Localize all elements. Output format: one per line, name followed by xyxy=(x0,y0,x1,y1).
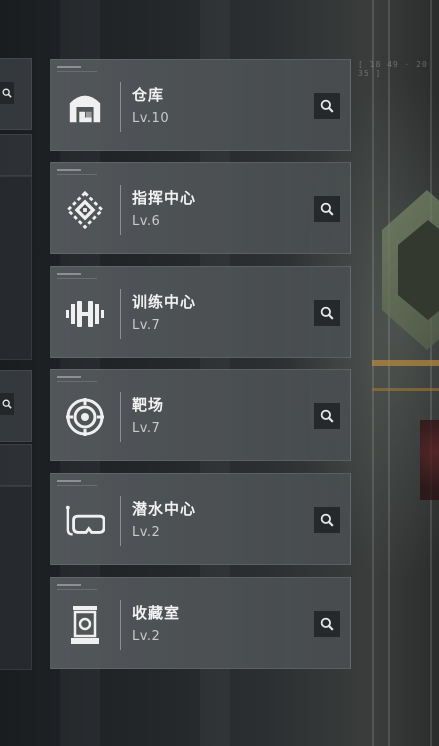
facility-name: 仓库 xyxy=(132,86,165,104)
facility-name: 训练中心 xyxy=(132,293,197,311)
facility-name: 指挥中心 xyxy=(132,189,197,207)
facility-level: Lv.7 xyxy=(132,421,161,436)
card-tag xyxy=(57,169,81,171)
card-tag xyxy=(57,376,81,378)
facility-name: 靶场 xyxy=(132,396,165,414)
dumbbell-icon xyxy=(65,294,105,334)
card-tag-line xyxy=(57,485,97,486)
facility-card-collection-room[interactable]: 收藏室 Lv.2 xyxy=(50,577,351,669)
facility-level: Lv.10 xyxy=(132,111,170,126)
search-button[interactable] xyxy=(314,507,340,533)
search-icon xyxy=(320,513,334,527)
background-rail xyxy=(430,0,432,746)
search-icon xyxy=(320,409,334,423)
facility-level: Lv.2 xyxy=(132,525,161,540)
left-search-button[interactable] xyxy=(0,393,14,415)
facility-name: 潜水中心 xyxy=(132,500,197,518)
search-icon xyxy=(2,399,12,409)
background-rail xyxy=(388,0,390,746)
search-button[interactable] xyxy=(314,300,340,326)
search-icon xyxy=(2,88,12,98)
search-icon xyxy=(320,617,334,631)
display-case-icon xyxy=(65,605,105,645)
search-icon xyxy=(320,306,334,320)
card-tag xyxy=(57,480,81,482)
card-tag xyxy=(57,66,81,68)
facility-level: Lv.6 xyxy=(132,214,161,229)
left-panel-block xyxy=(0,486,32,670)
card-tag-line xyxy=(57,174,97,175)
card-divider xyxy=(120,496,121,546)
left-panel-strip xyxy=(0,134,32,176)
facility-card-shooting-range[interactable]: 靶场 Lv.7 xyxy=(50,369,351,461)
background-readout: [ 18 49 · 20 35 ] xyxy=(358,60,428,78)
card-tag-line xyxy=(57,278,97,279)
card-tag-line xyxy=(57,589,97,590)
card-tag xyxy=(57,273,81,275)
facility-name: 收藏室 xyxy=(132,604,181,622)
chip-icon xyxy=(65,190,105,230)
card-divider xyxy=(120,392,121,442)
background-railing xyxy=(372,360,439,366)
search-button[interactable] xyxy=(314,93,340,119)
card-divider xyxy=(120,289,121,339)
background-red-light xyxy=(420,420,439,500)
target-icon xyxy=(65,397,105,437)
left-search-button[interactable] xyxy=(0,82,14,104)
card-tag xyxy=(57,584,81,586)
warehouse-icon xyxy=(65,87,105,127)
card-divider xyxy=(120,82,121,132)
card-tag-line xyxy=(57,71,97,72)
facility-card-training-center[interactable]: 训练中心 Lv.7 xyxy=(50,266,351,358)
card-tag-line xyxy=(57,381,97,382)
background-railing xyxy=(372,388,439,391)
card-divider xyxy=(120,185,121,235)
diving-mask-icon xyxy=(65,501,105,541)
facility-card-warehouse[interactable]: 仓库 Lv.10 xyxy=(50,59,351,151)
facility-level: Lv.7 xyxy=(132,318,161,333)
search-icon xyxy=(320,99,334,113)
facility-card-command-center[interactable]: 指挥中心 Lv.6 xyxy=(50,162,351,254)
background-rail xyxy=(372,0,374,746)
card-divider xyxy=(120,600,121,650)
left-panel-block xyxy=(0,176,32,360)
facility-level: Lv.2 xyxy=(132,629,161,644)
search-button[interactable] xyxy=(314,611,340,637)
search-icon xyxy=(320,202,334,216)
facility-card-diving-center[interactable]: 潜水中心 Lv.2 xyxy=(50,473,351,565)
left-panel-strip xyxy=(0,444,32,486)
search-button[interactable] xyxy=(314,403,340,429)
search-button[interactable] xyxy=(314,196,340,222)
